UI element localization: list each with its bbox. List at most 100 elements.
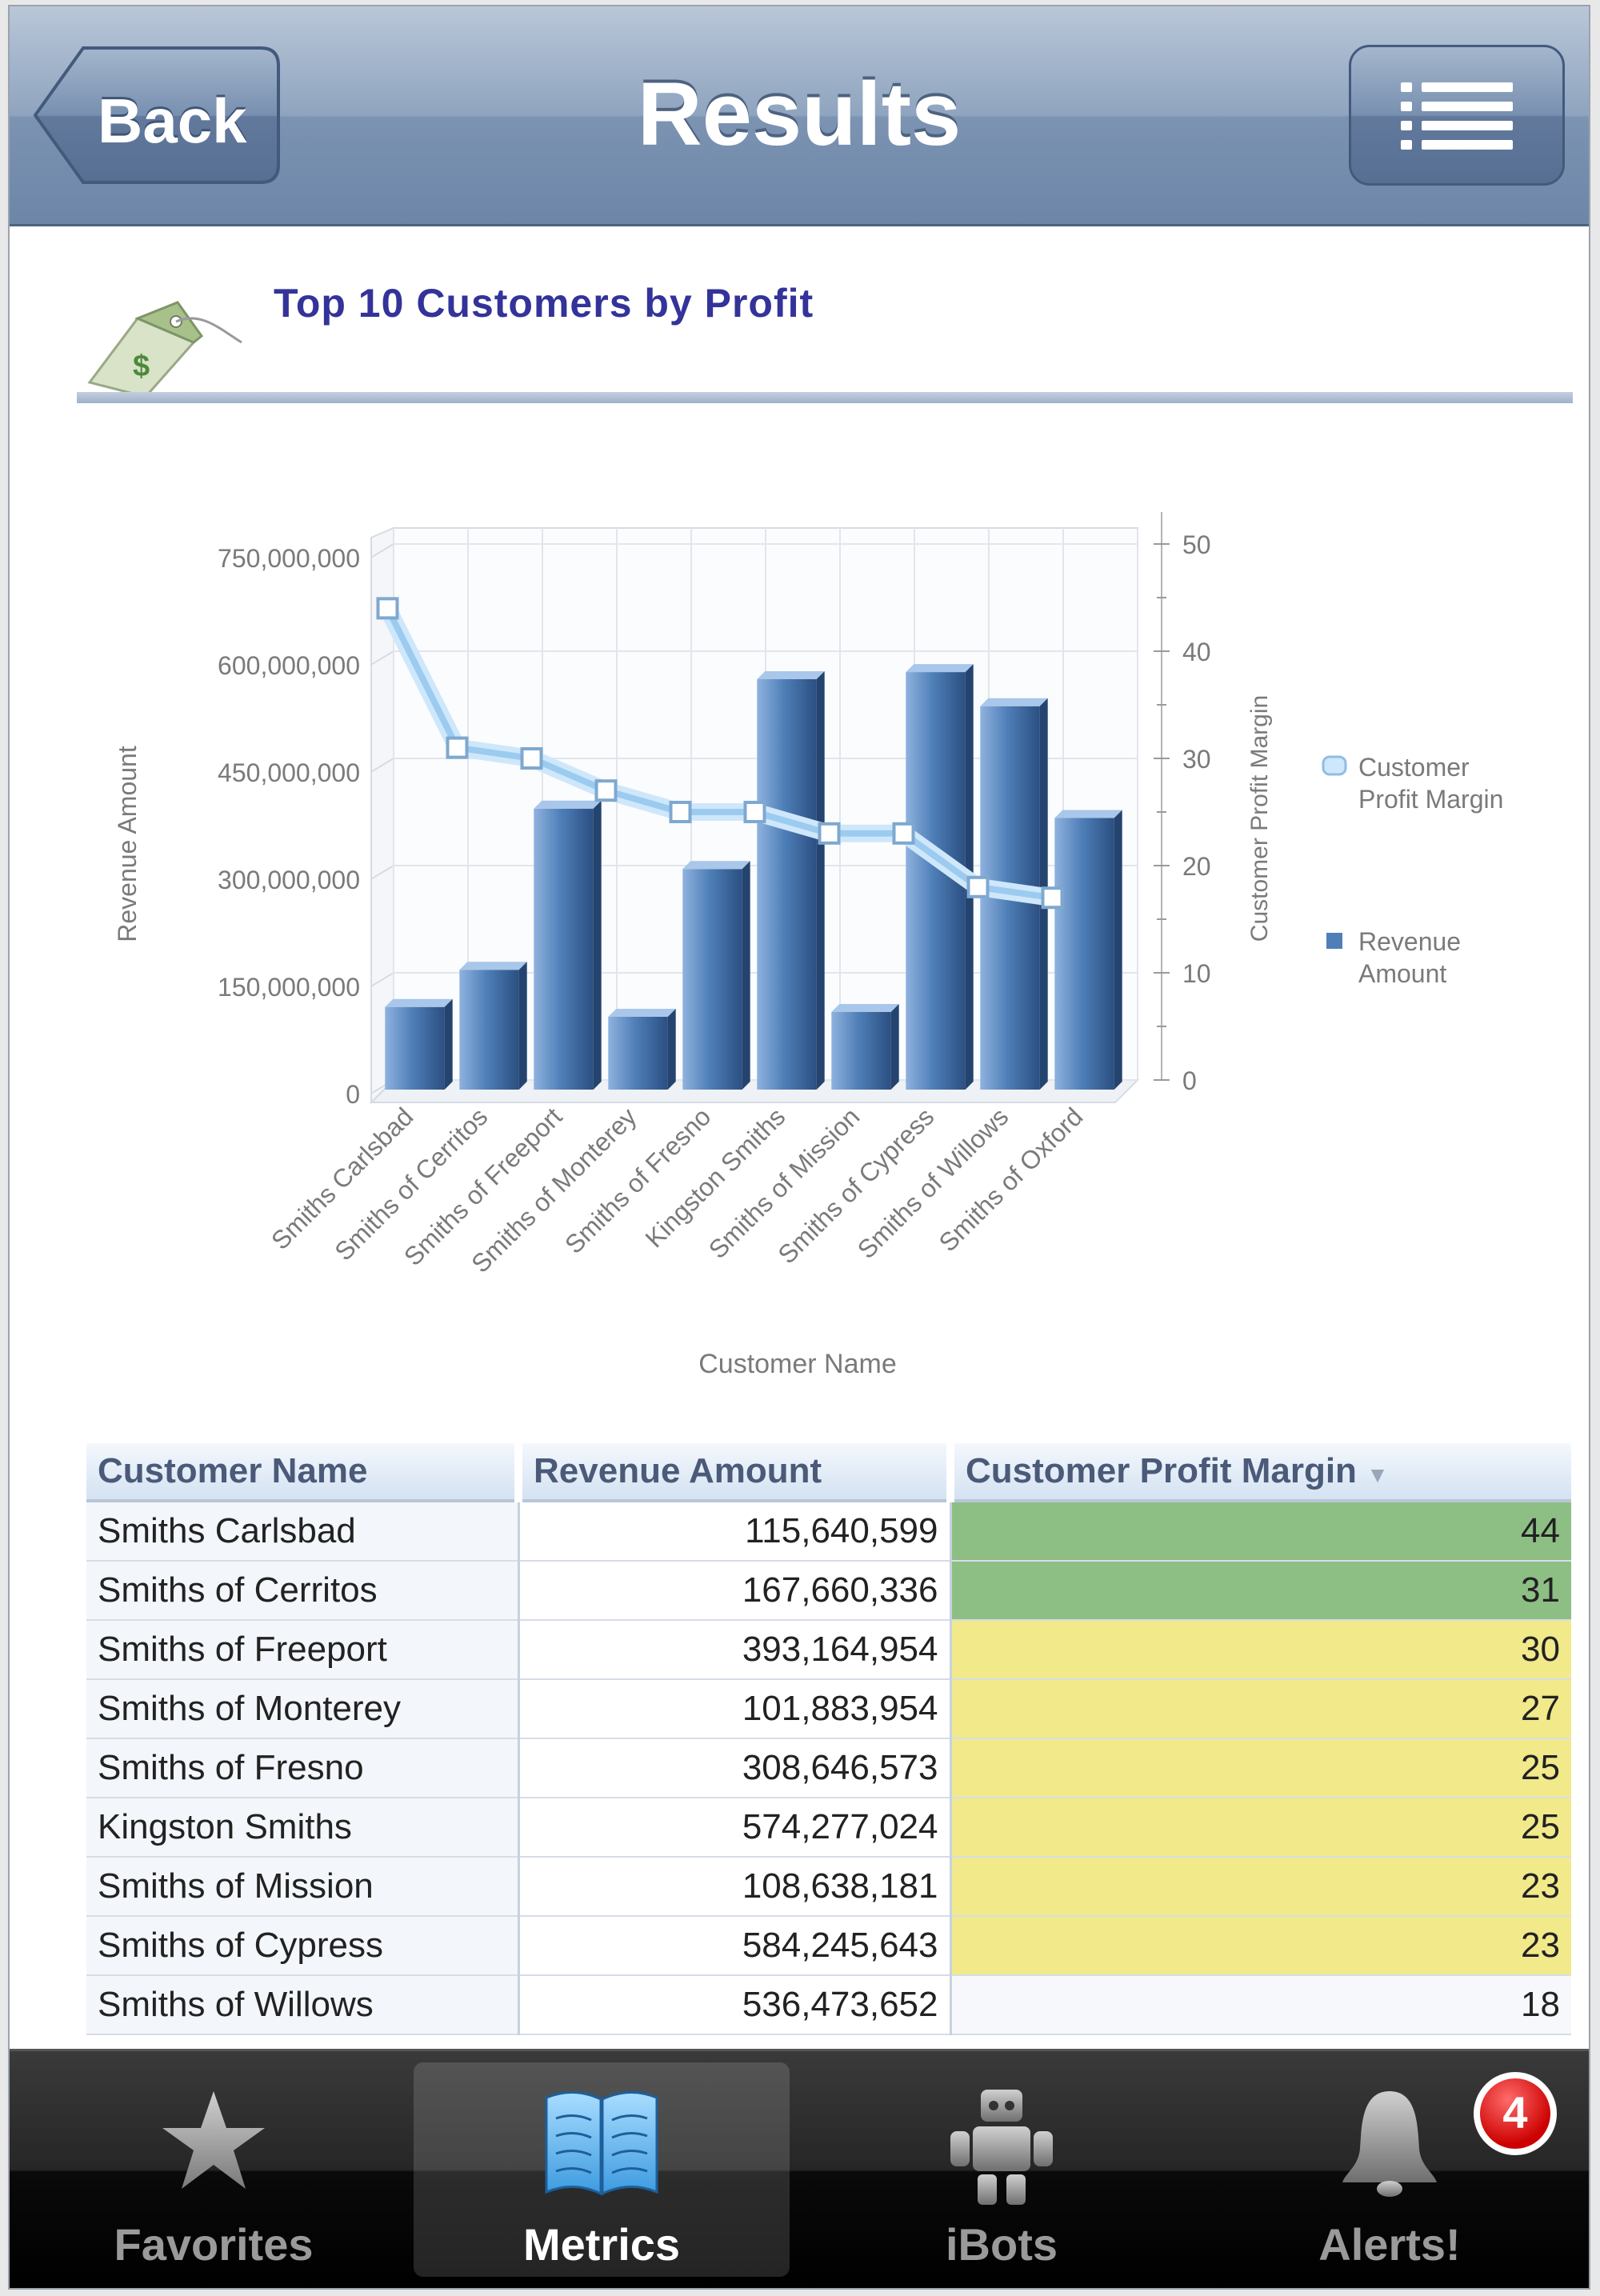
- cell-customer-name: Smiths of Freeport: [86, 1620, 520, 1680]
- profit-margin-point[interactable]: [1041, 886, 1064, 910]
- revenue-bar-face: [385, 1006, 445, 1090]
- revenue-bar-side: [444, 998, 453, 1090]
- results-table: Customer Name Revenue Amount Customer Pr…: [86, 1443, 1571, 2035]
- cell-profit-margin: 31: [950, 1561, 1571, 1621]
- cell-profit-margin: 23: [950, 1916, 1571, 1976]
- profit-margin-point[interactable]: [376, 597, 399, 620]
- y2-tick-label: 40: [1182, 638, 1211, 666]
- profit-margin-point[interactable]: [966, 875, 990, 898]
- column-header-customer-name[interactable]: Customer Name: [86, 1443, 522, 1502]
- book-icon: [545, 2090, 658, 2196]
- table-row[interactable]: Smiths of Freeport 393,164,954 30: [86, 1620, 1571, 1680]
- table-row[interactable]: Smiths Carlsbad 115,640,599 44: [86, 1501, 1571, 1562]
- column-header-profit-margin[interactable]: Customer Profit Margin ▼: [950, 1443, 1571, 1502]
- y2-tick-label: 10: [1182, 959, 1211, 988]
- profit-margin-point[interactable]: [520, 747, 543, 770]
- table-row[interactable]: Smiths of Cypress 584,245,643 23: [86, 1916, 1571, 1976]
- phone-screen: Back Results $ Top 10 Customers by Profi…: [8, 5, 1590, 2290]
- revenue-bar-top: [682, 861, 750, 870]
- revenue-bar[interactable]: [1054, 810, 1122, 1090]
- table-row[interactable]: Smiths of Monterey 101,883,954 27: [86, 1679, 1571, 1739]
- cell-profit-margin: 25: [950, 1798, 1571, 1858]
- y-tick-label: 600,000,000: [218, 651, 360, 680]
- revenue-bar-top: [757, 670, 825, 679]
- y-tick-label: 0: [346, 1080, 360, 1109]
- cell-customer-name: Smiths of Cerritos: [86, 1561, 520, 1621]
- revenue-bar[interactable]: [608, 1008, 676, 1090]
- legend-swatch-line: [1322, 755, 1347, 776]
- revenue-bar-face: [682, 869, 742, 1090]
- y2-tick-label: 50: [1182, 530, 1211, 559]
- cell-revenue-amount: 393,164,954: [518, 1620, 952, 1680]
- cell-customer-name: Smiths of Fresno: [86, 1738, 520, 1798]
- title-divider: [77, 392, 1573, 403]
- y-tick-label: 750,000,000: [218, 544, 360, 573]
- y-tick-label: 450,000,000: [218, 758, 360, 787]
- profit-margin-point[interactable]: [892, 822, 915, 845]
- report-title: Top 10 Customers by Profit: [274, 281, 814, 326]
- x-axis-title: Customer Name: [698, 1349, 897, 1379]
- profit-margin-point[interactable]: [669, 801, 692, 823]
- cell-customer-name: Smiths of Mission: [86, 1857, 520, 1917]
- cell-profit-margin: 25: [950, 1738, 1571, 1798]
- tab-favorites[interactable]: Favorites: [26, 2062, 402, 2277]
- cell-profit-margin: 23: [950, 1857, 1571, 1917]
- legend-label-revenue-2: Amount: [1358, 959, 1446, 988]
- list-menu-button[interactable]: [1349, 45, 1565, 186]
- tab-metrics[interactable]: Metrics: [414, 2062, 790, 2277]
- tab-label-metrics: Metrics: [522, 2219, 681, 2270]
- revenue-bar-top: [831, 1003, 899, 1012]
- revenue-bar-face: [608, 1016, 668, 1090]
- table-header-row: Customer Name Revenue Amount Customer Pr…: [86, 1443, 1571, 1502]
- revenue-bar[interactable]: [459, 962, 527, 1090]
- revenue-bar-top: [608, 1008, 676, 1017]
- tab-alerts[interactable]: 4 Alerts!: [1202, 2062, 1578, 2277]
- tab-ibots[interactable]: iBots: [814, 2062, 1190, 2277]
- revenue-bar-side: [593, 800, 602, 1090]
- cell-customer-name: Smiths of Willows: [86, 1975, 520, 2035]
- profit-margin-point[interactable]: [446, 736, 469, 759]
- revenue-bar-face: [459, 970, 519, 1090]
- table-row[interactable]: Smiths of Cerritos 167,660,336 31: [86, 1561, 1571, 1621]
- profit-margin-point[interactable]: [594, 779, 618, 802]
- y-tick-label: 300,000,000: [218, 866, 360, 894]
- profit-margin-point[interactable]: [743, 801, 766, 823]
- tab-bar: Favorites Metrics iBots 4 Alerts!: [10, 2049, 1589, 2288]
- revenue-bar[interactable]: [682, 861, 750, 1090]
- cell-revenue-amount: 101,883,954: [518, 1679, 952, 1739]
- cell-profit-margin: 27: [950, 1679, 1571, 1739]
- table-row[interactable]: Smiths of Mission 108,638,181 23: [86, 1857, 1571, 1917]
- tab-label-favorites: Favorites: [114, 2219, 314, 2270]
- cell-revenue-amount: 167,660,336: [518, 1561, 952, 1621]
- revenue-bar[interactable]: [385, 998, 453, 1090]
- cell-customer-name: Smiths Carlsbad: [86, 1501, 520, 1562]
- robot-icon: [950, 2090, 1053, 2205]
- revenue-bar-top: [980, 698, 1048, 706]
- svg-text:$: $: [133, 350, 150, 383]
- revenue-bar-side: [816, 670, 825, 1090]
- cell-profit-margin: 44: [950, 1501, 1571, 1562]
- sort-descending-icon: ▼: [1366, 1462, 1389, 1487]
- revenue-bar[interactable]: [757, 670, 825, 1090]
- revenue-bar-side: [742, 861, 750, 1090]
- revenue-bar-side: [518, 962, 527, 1090]
- tab-label-ibots: iBots: [946, 2219, 1058, 2270]
- revenue-bar-face: [757, 678, 817, 1090]
- profit-margin-point[interactable]: [818, 822, 841, 845]
- revenue-bar-side: [667, 1008, 676, 1090]
- revenue-bar-top: [385, 998, 453, 1007]
- y2-tick-label: 30: [1182, 745, 1211, 774]
- tab-label-alerts: Alerts!: [1318, 2219, 1461, 2270]
- revenue-bar[interactable]: [831, 1003, 899, 1090]
- star-icon: [162, 2091, 265, 2189]
- revenue-bar[interactable]: [534, 800, 602, 1090]
- cell-revenue-amount: 308,646,573: [518, 1738, 952, 1798]
- table-row[interactable]: Smiths of Willows 536,473,652 18: [86, 1975, 1571, 2035]
- column-header-revenue-amount[interactable]: Revenue Amount: [518, 1443, 954, 1502]
- combo-chart: 0 150,000,000 300,000,000 450,000,000 600,00…: [113, 512, 1503, 1379]
- cell-customer-name: Kingston Smiths: [86, 1798, 520, 1858]
- cell-revenue-amount: 108,638,181: [518, 1857, 952, 1917]
- legend-swatch-bar: [1326, 933, 1342, 949]
- table-row[interactable]: Smiths of Fresno 308,646,573 25: [86, 1738, 1571, 1798]
- table-row[interactable]: Kingston Smiths 574,277,024 25: [86, 1798, 1571, 1858]
